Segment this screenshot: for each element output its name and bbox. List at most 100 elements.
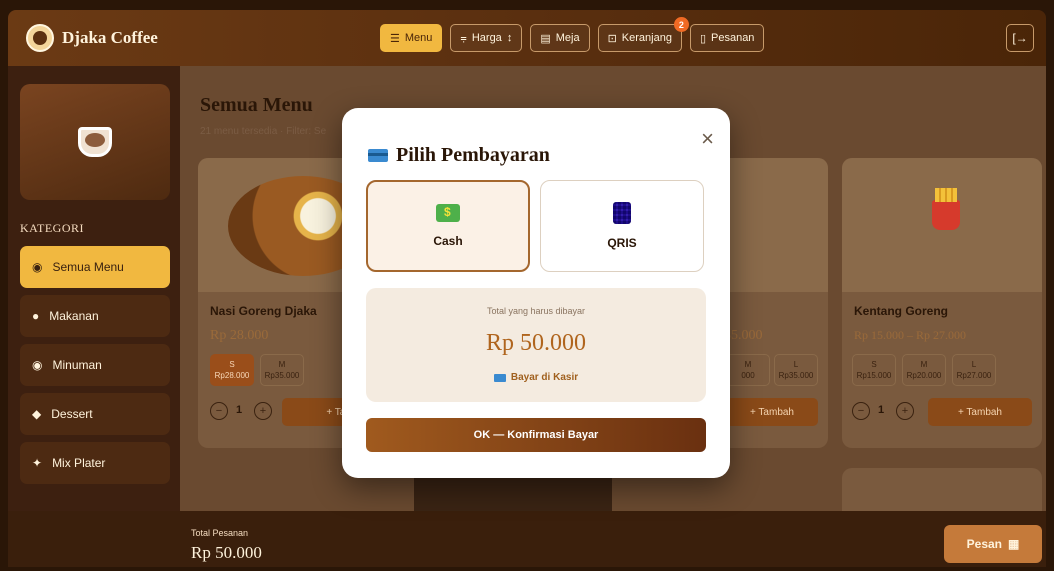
- all-menu-icon: ◉: [32, 260, 43, 274]
- size-price: Rp15.000: [856, 371, 892, 380]
- food-icon: ●: [32, 309, 40, 323]
- sort-icon: ⩦: [460, 31, 467, 44]
- logout-button[interactable]: [→: [1006, 24, 1034, 52]
- menu-card-price: Rp 28.000: [210, 328, 269, 343]
- hamburger-icon: ☰: [390, 32, 400, 45]
- nav-meja-button[interactable]: ▤ Meja: [530, 24, 590, 52]
- size-price: 000: [741, 371, 755, 380]
- nav-pesanan-button[interactable]: ▯ Pesanan: [689, 24, 765, 52]
- qty-value: 1: [878, 404, 885, 416]
- close-icon[interactable]: ×: [701, 128, 714, 150]
- size-option-l[interactable]: L Rp35.000: [774, 354, 818, 386]
- payment-option-cash[interactable]: Cash: [366, 180, 530, 272]
- modal-title: Pilih Pembayaran: [368, 144, 550, 167]
- qty-plus-button[interactable]: +: [896, 402, 914, 420]
- size-option-m[interactable]: M Rp35.000: [260, 354, 304, 386]
- size-label: M: [744, 360, 752, 369]
- sidebar-item-label: Makanan: [49, 309, 99, 323]
- sidebar-item-label: Dessert: [51, 407, 93, 421]
- qty-value: 1: [236, 404, 243, 416]
- table-icon: ▤: [540, 32, 551, 45]
- confirm-payment-button[interactable]: OK — Konfirmasi Bayar: [366, 418, 706, 452]
- sidebar-item-makanan[interactable]: ● Makanan: [20, 295, 170, 337]
- total-due-label: Total yang harus dibayar: [486, 306, 586, 316]
- menu-card-kentang-goreng: Kentang Goreng Rp 15.000 – Rp 27.000 S R…: [842, 158, 1042, 448]
- nav-harga-label: Harga: [471, 32, 502, 44]
- qris-icon: [613, 202, 631, 224]
- size-label: M: [920, 360, 928, 369]
- size-option-s[interactable]: S Rp15.000: [852, 354, 896, 386]
- nav-pesanan-label: Pesanan: [711, 32, 755, 44]
- brand-name: Djaka Coffee: [62, 28, 158, 47]
- nav-menu-label: Menu: [404, 32, 433, 44]
- cash-icon: [436, 204, 460, 222]
- page-subtitle: 21 menu tersedia · Filter: Se: [200, 126, 327, 137]
- category-heading: KATEGORI: [20, 221, 84, 235]
- menu-card-name: Kentang Goreng: [854, 304, 949, 318]
- size-option-m[interactable]: M 000: [726, 354, 770, 386]
- sidebar-item-mix-plater[interactable]: ✦ Mix Plater: [20, 442, 170, 484]
- menu-card-price: Rp 15.000 – Rp 27.000: [854, 328, 967, 342]
- page-title: Semua Menu: [200, 94, 313, 116]
- sidebar-item-dessert[interactable]: ◆ Dessert: [20, 393, 170, 435]
- drink-icon: ◉: [32, 358, 43, 372]
- logout-icon: [→: [1012, 31, 1028, 45]
- credit-card-icon: [368, 149, 388, 162]
- menu-card-name: Nasi Goreng Djaka: [210, 304, 317, 318]
- size-price: Rp28.000: [214, 371, 250, 380]
- nav-keranjang-button[interactable]: ⊡ Keranjang 2: [597, 17, 689, 52]
- coffee-cup-icon: [78, 127, 112, 157]
- nav-meja-label: Meja: [555, 32, 580, 44]
- order-button-label: Pesan: [966, 537, 1002, 551]
- size-price: Rp35.000: [778, 371, 814, 380]
- size-label: M: [278, 360, 286, 369]
- qty-plus-button[interactable]: +: [254, 402, 272, 420]
- sidebar-item-label: Mix Plater: [52, 456, 106, 470]
- coffee-logo-icon: [26, 24, 54, 52]
- size-option-m[interactable]: M Rp20.000: [902, 354, 946, 386]
- add-to-cart-button[interactable]: + Tambah: [928, 398, 1032, 426]
- size-label: S: [229, 360, 235, 369]
- payment-option-label: QRIS: [607, 236, 637, 250]
- total-order-amount: Rp 50.000: [191, 543, 262, 562]
- sidebar-item-semua-menu[interactable]: ◉ Semua Menu: [20, 246, 170, 288]
- brand-logo[interactable]: Djaka Coffee: [26, 24, 158, 52]
- payment-total-box: Total yang harus dibayar Rp 50.000 Bayar…: [366, 288, 706, 402]
- nav-harga-button[interactable]: ⩦ Harga ↕: [450, 24, 523, 52]
- cart-count-badge: 2: [673, 17, 689, 32]
- sidebar-item-minuman[interactable]: ◉ Minuman: [20, 344, 170, 386]
- size-price: Rp20.000: [906, 371, 942, 380]
- clipboard-icon: ▯: [699, 32, 706, 45]
- nav-keranjang-label: Keranjang: [621, 32, 672, 44]
- size-option-l[interactable]: L Rp27.000: [952, 354, 996, 386]
- receipt-icon: ▦: [1008, 537, 1020, 551]
- nav-menu-button[interactable]: ☰ Menu: [380, 24, 443, 52]
- add-to-cart-button[interactable]: + Tambah: [726, 398, 818, 426]
- bottom-bar: [8, 511, 1046, 567]
- menu-card-image: [842, 158, 1042, 292]
- sidebar-item-label: Minuman: [52, 358, 102, 372]
- dessert-icon: ◆: [32, 407, 42, 421]
- size-option-s[interactable]: S Rp28.000: [210, 354, 254, 386]
- platter-icon: ✦: [32, 456, 43, 470]
- size-price: Rp27.000: [956, 371, 992, 380]
- sidebar-item-label: Semua Menu: [52, 260, 124, 274]
- main-nav: ☰ Menu ⩦ Harga ↕ ▤ Meja ⊡ Keranjang 2 ▯ …: [380, 17, 765, 52]
- payment-modal: Pilih Pembayaran × Cash QRIS Total yang …: [342, 108, 730, 478]
- size-label: S: [871, 360, 877, 369]
- top-bar: Djaka Coffee ☰ Menu ⩦ Harga ↕ ▤ Meja ⊡ K…: [8, 10, 1046, 66]
- order-button[interactable]: Pesan ▦: [944, 525, 1042, 563]
- total-due-amount: Rp 50.000: [485, 330, 586, 356]
- payment-option-label: Cash: [433, 234, 463, 248]
- qty-minus-button[interactable]: −: [210, 402, 228, 420]
- qty-minus-button[interactable]: −: [852, 402, 870, 420]
- sort-arrows-icon: ↕: [506, 32, 513, 44]
- cart-icon: ⊡: [607, 32, 617, 45]
- payment-note: Bayar di Kasir: [366, 372, 706, 383]
- sidebar-banner: [20, 84, 170, 200]
- modal-title-text: Pilih Pembayaran: [396, 144, 550, 166]
- size-price: Rp35.000: [264, 371, 300, 380]
- sidebar: KATEGORI ◉ Semua Menu ● Makanan ◉ Minuma…: [8, 66, 180, 511]
- credit-card-icon: [493, 373, 506, 382]
- payment-option-qris[interactable]: QRIS: [540, 180, 704, 272]
